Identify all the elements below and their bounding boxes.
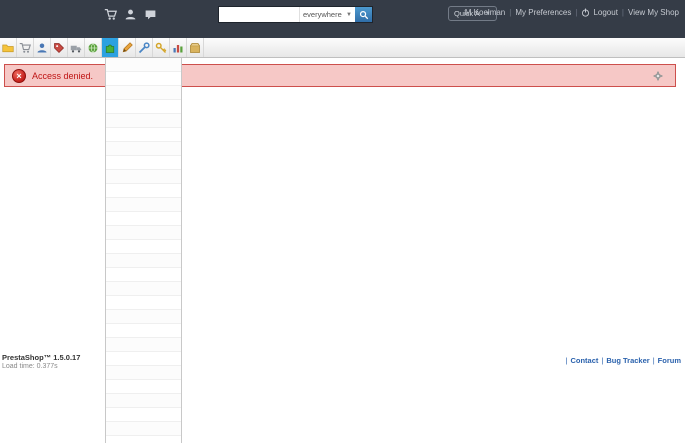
menu-item[interactable] — [106, 184, 181, 198]
pencil-icon — [121, 41, 133, 54]
tab-localization[interactable] — [85, 38, 102, 57]
forum-link[interactable]: Forum — [658, 356, 681, 365]
header-links: M Koelman | My Preferences | Logout | Vi… — [464, 8, 679, 17]
tab-administration[interactable] — [153, 38, 170, 57]
menu-item[interactable] — [106, 86, 181, 100]
menu-item[interactable] — [106, 156, 181, 170]
key-icon — [155, 42, 167, 54]
footer-links: | Contact | Bug Tracker | Forum — [565, 356, 681, 365]
menu-item[interactable] — [106, 338, 181, 352]
globe-icon — [87, 42, 99, 54]
search-input[interactable] — [219, 7, 299, 22]
open-menu-dropdown — [105, 58, 182, 443]
bar-chart-icon — [172, 42, 184, 54]
menu-item[interactable] — [106, 240, 181, 254]
catalog-icon — [2, 42, 14, 54]
load-time-label: Load time: 0.377s — [2, 363, 58, 370]
menu-item[interactable] — [106, 310, 181, 324]
menu-item[interactable] — [106, 282, 181, 296]
menu-item[interactable] — [106, 100, 181, 114]
tab-price-rules[interactable] — [51, 38, 68, 57]
menu-item[interactable] — [106, 268, 181, 282]
menu-item[interactable] — [106, 324, 181, 338]
tab-stats[interactable] — [170, 38, 187, 57]
menu-item[interactable] — [106, 408, 181, 422]
main-menu-toolbar — [0, 38, 685, 58]
footer-version: PrestaShop™ 1.5.0.17 Load time: 0.377s — [2, 353, 80, 370]
wrench-icon — [138, 41, 150, 54]
menu-item-list — [106, 58, 181, 436]
error-message: Access denied. — [32, 70, 94, 81]
prestashop-version-label: PrestaShop™ 1.5.0.17 — [2, 353, 81, 362]
menu-item[interactable] — [106, 254, 181, 268]
power-icon — [581, 8, 590, 17]
tab-modules[interactable] — [102, 38, 119, 57]
menu-item[interactable] — [106, 366, 181, 380]
gear-icon[interactable] — [653, 71, 663, 81]
header-shortcut-icons — [104, 8, 157, 21]
tab-advanced-parameters[interactable] — [136, 38, 153, 57]
cart-icon — [19, 42, 31, 54]
menu-item[interactable] — [106, 198, 181, 212]
tab-preferences[interactable] — [119, 38, 136, 57]
menu-item[interactable] — [106, 58, 181, 72]
menu-item[interactable] — [106, 170, 181, 184]
menu-item[interactable] — [106, 72, 181, 86]
tab-stock[interactable] — [187, 38, 204, 57]
menu-item[interactable] — [106, 352, 181, 366]
search-scope-value: everywhere — [303, 10, 342, 19]
employee-name-link[interactable]: M Koelman — [465, 8, 505, 17]
error-x-icon: × — [12, 68, 26, 83]
logout-link[interactable]: Logout — [581, 8, 618, 17]
menu-item[interactable] — [106, 422, 181, 436]
messages-icon[interactable] — [144, 8, 157, 21]
menu-item[interactable] — [106, 128, 181, 142]
bug-tracker-link[interactable]: Bug Tracker — [606, 356, 649, 365]
menu-item[interactable] — [106, 114, 181, 128]
search-icon — [359, 10, 369, 20]
menu-item[interactable] — [106, 394, 181, 408]
logout-label: Logout — [593, 8, 618, 17]
box-icon — [189, 42, 201, 54]
search-scope-select[interactable]: everywhere ▼ — [299, 7, 355, 22]
menu-item[interactable] — [106, 142, 181, 156]
top-header: everywhere ▼ Quick A ▼ M Koelman | My Pr… — [0, 0, 685, 38]
truck-icon — [70, 42, 82, 54]
tab-orders[interactable] — [17, 38, 34, 57]
price-tag-icon — [53, 42, 65, 54]
tab-shipping[interactable] — [68, 38, 85, 57]
contact-link[interactable]: Contact — [570, 356, 598, 365]
search-button[interactable] — [355, 7, 372, 22]
header-search: everywhere ▼ — [218, 6, 373, 23]
menu-item[interactable] — [106, 226, 181, 240]
menu-item[interactable] — [106, 380, 181, 394]
modules-puzzle-icon — [104, 42, 116, 54]
menu-item[interactable] — [106, 212, 181, 226]
menu-item[interactable] — [106, 296, 181, 310]
cart-icon[interactable] — [104, 8, 117, 21]
tab-catalog[interactable] — [0, 38, 17, 57]
customer-icon — [36, 42, 48, 54]
my-preferences-link[interactable]: My Preferences — [515, 8, 571, 17]
chevron-down-icon: ▼ — [346, 11, 352, 18]
view-my-shop-link[interactable]: View My Shop — [628, 8, 679, 17]
customers-icon[interactable] — [124, 8, 137, 21]
tab-customers[interactable] — [34, 38, 51, 57]
